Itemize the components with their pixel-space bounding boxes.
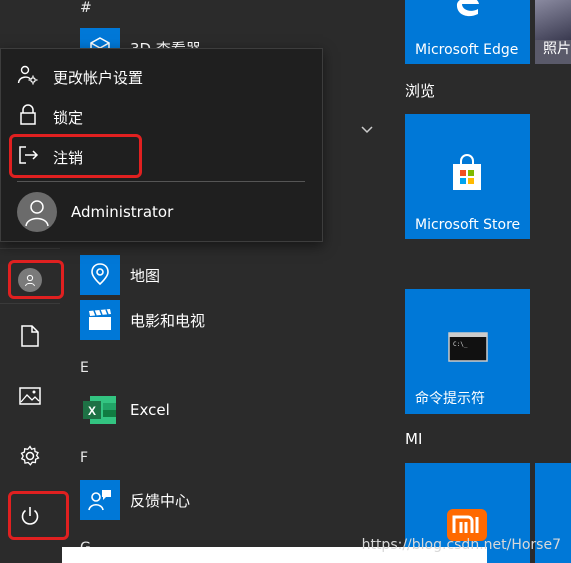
tile-photos[interactable]: 照片	[535, 0, 571, 64]
document-icon	[21, 325, 39, 351]
menu-item-change-account-settings[interactable]: 更改帐户设置	[17, 59, 143, 95]
pictures-button[interactable]	[0, 376, 60, 420]
picture-icon	[19, 387, 41, 409]
tile-label: Microsoft Edge	[415, 42, 519, 58]
group-letter-e[interactable]: E	[80, 360, 89, 376]
tile-microsoft-store[interactable]: Microsoft Store	[405, 114, 530, 239]
user-name: Administrator	[71, 203, 174, 221]
excel-icon: X	[80, 390, 120, 430]
settings-button[interactable]	[0, 436, 60, 480]
svg-text:C:\_: C:\_	[453, 341, 468, 348]
menu-item-label: 锁定	[53, 108, 84, 127]
watermark: https://blog.csdn.net/Horse7	[361, 537, 561, 553]
chevron-down-icon[interactable]	[360, 120, 374, 139]
highlight-sign-out	[9, 134, 142, 178]
photo-thumbnail	[535, 0, 571, 40]
highlight-power-button	[8, 491, 69, 540]
group-letter-hash[interactable]: #	[80, 0, 92, 16]
group-letter-f[interactable]: F	[80, 450, 88, 466]
account-settings-icon	[17, 64, 39, 90]
svg-text:X: X	[88, 404, 96, 418]
gear-icon	[19, 445, 41, 471]
tile-group-mi[interactable]: MI	[405, 430, 422, 448]
menu-item-current-user[interactable]: Administrator	[17, 191, 173, 233]
tile-label: 照片	[543, 41, 571, 57]
app-movies-tv[interactable]: 电影和电视	[80, 300, 205, 340]
tile-microsoft-edge[interactable]: Microsoft Edge	[405, 0, 530, 64]
tile-label: Microsoft Store	[415, 217, 521, 233]
tile-command-prompt[interactable]: C:\_ 命令提示符	[405, 289, 530, 414]
clapperboard-icon	[80, 300, 120, 340]
tile-label: 命令提示符	[415, 391, 485, 407]
tile-group-browse[interactable]: 浏览	[405, 80, 435, 101]
app-label: Excel	[130, 401, 170, 419]
feedback-icon	[80, 480, 120, 520]
menu-divider	[17, 181, 305, 182]
app-feedback-hub[interactable]: 反馈中心	[80, 480, 190, 520]
app-label: 地图	[130, 266, 161, 285]
app-label: 电影和电视	[130, 311, 206, 330]
user-avatar-icon	[17, 192, 57, 232]
lock-icon	[17, 104, 39, 130]
map-pin-icon	[80, 255, 120, 295]
menu-item-label: 更改帐户设置	[53, 68, 144, 87]
store-bag-icon	[447, 154, 487, 198]
highlight-user-button	[8, 260, 64, 299]
app-excel[interactable]: X Excel	[80, 390, 170, 430]
terminal-icon: C:\_	[448, 332, 488, 366]
app-label: 反馈中心	[130, 491, 191, 510]
app-maps[interactable]: 地图	[80, 255, 160, 295]
menu-item-lock[interactable]: 锁定	[17, 99, 83, 135]
edge-icon	[453, 0, 483, 22]
documents-button[interactable]	[0, 316, 60, 360]
